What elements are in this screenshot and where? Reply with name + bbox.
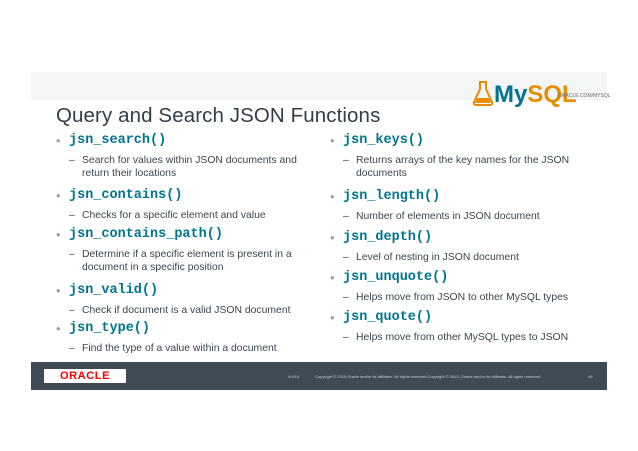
flask-icon bbox=[472, 81, 494, 106]
function-description: Helps move from other MySQL types to JSO… bbox=[330, 331, 590, 344]
list-item: jsn_type() Find the type of a value with… bbox=[56, 320, 312, 355]
list-item: jsn_length() Number of elements in JSON … bbox=[330, 188, 590, 229]
mysql-tagline: ORACLE.COM/MYSQL bbox=[558, 93, 611, 99]
function-name: jsn_quote() bbox=[330, 309, 590, 326]
function-name: jsn_length() bbox=[330, 188, 590, 205]
function-description: Checks for a specific element and value bbox=[56, 209, 312, 222]
function-description: Helps move from JSON to other MySQL type… bbox=[330, 291, 590, 304]
list-item: jsn_contains() Checks for a specific ele… bbox=[56, 187, 312, 226]
function-name: jsn_depth() bbox=[330, 229, 590, 246]
mysql-logo: MySQL ORACLE.COM/MYSQL bbox=[472, 78, 611, 110]
footer-date: 4/4/16 bbox=[288, 374, 300, 379]
list-item: jsn_keys() Returns arrays of the key nam… bbox=[330, 132, 590, 188]
function-name: jsn_keys() bbox=[330, 132, 590, 149]
footer-copyright: Copyright © 2015 Oracle and/or its affil… bbox=[315, 374, 542, 379]
function-name: jsn_contains_path() bbox=[56, 226, 312, 243]
page-number: 49 bbox=[588, 374, 593, 379]
list-item: jsn_unquote() Helps move from JSON to ot… bbox=[330, 269, 590, 309]
function-name: jsn_unquote() bbox=[330, 269, 590, 286]
function-description: Check if document is a valid JSON docume… bbox=[56, 304, 312, 317]
slide-title: Query and Search JSON Functions bbox=[56, 104, 381, 127]
function-name: jsn_search() bbox=[56, 132, 312, 149]
function-name: jsn_type() bbox=[56, 320, 312, 337]
function-name: jsn_contains() bbox=[56, 187, 312, 204]
list-item: jsn_search() Search for values within JS… bbox=[56, 132, 312, 187]
list-item: jsn_contains_path() Determine if a speci… bbox=[56, 226, 312, 282]
function-description: Search for values within JSON documents … bbox=[56, 154, 312, 180]
function-description: Level of nesting in JSON document bbox=[330, 251, 590, 264]
function-description: Determine if a specific element is prese… bbox=[56, 248, 312, 274]
right-column: jsn_keys() Returns arrays of the key nam… bbox=[330, 132, 590, 344]
function-description: Returns arrays of the key names for the … bbox=[330, 154, 590, 180]
left-column: jsn_search() Search for values within JS… bbox=[56, 132, 312, 355]
function-name: jsn_valid() bbox=[56, 282, 312, 299]
oracle-logo: ORACLE bbox=[44, 369, 126, 383]
function-description: Find the type of a value within a docume… bbox=[56, 342, 312, 355]
list-item: jsn_valid() Check if document is a valid… bbox=[56, 282, 312, 320]
function-description: Number of elements in JSON document bbox=[330, 210, 590, 223]
list-item: jsn_depth() Level of nesting in JSON doc… bbox=[330, 229, 590, 269]
list-item: jsn_quote() Helps move from other MySQL … bbox=[330, 309, 590, 344]
